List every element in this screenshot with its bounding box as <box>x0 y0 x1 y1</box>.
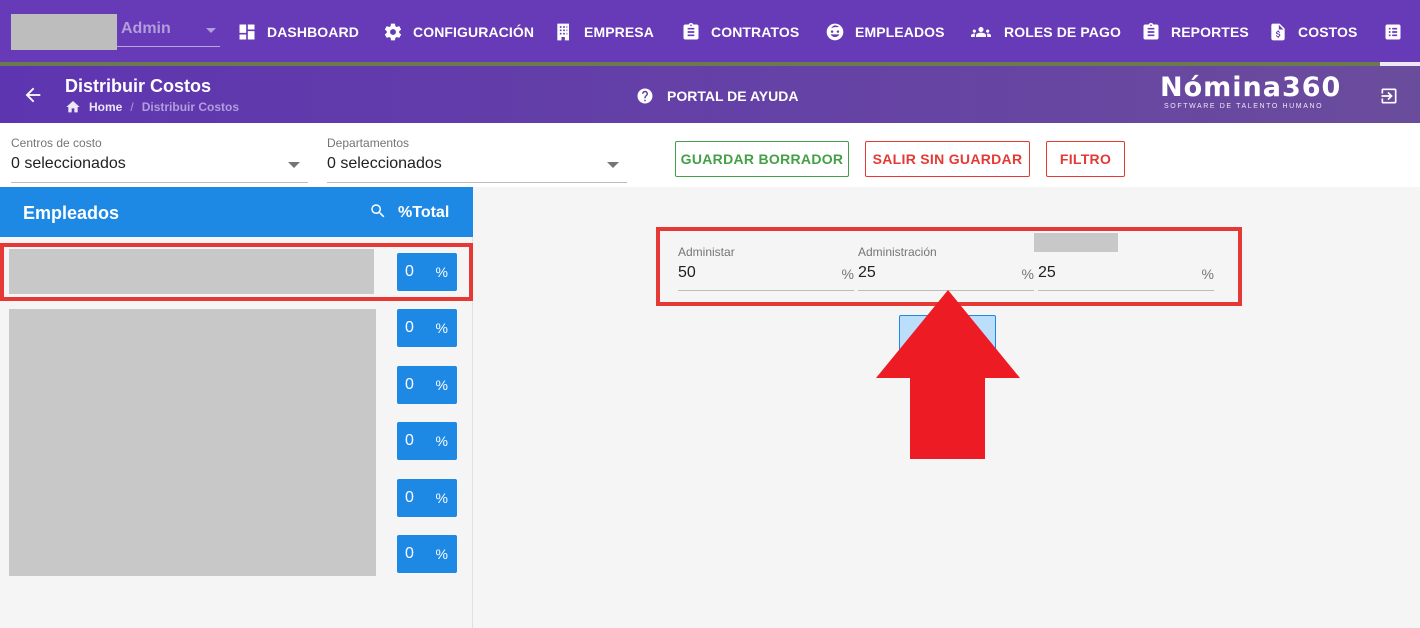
employee-percent-value: 0 <box>405 432 414 449</box>
nav-roles-label: ROLES DE PAGO <box>1004 24 1121 40</box>
chevron-down-icon <box>288 162 300 168</box>
employees-panel: Empleados %Total 0 % 0 % 0 % 0 % 0 % 0 % <box>0 187 473 628</box>
nav-empleados-label: EMPLEADOS <box>855 24 945 40</box>
distribution-label-redacted <box>1034 233 1118 252</box>
role-select-value: Admin <box>121 20 171 37</box>
face-icon <box>826 23 844 41</box>
filter-button[interactable]: FILTRO <box>1046 141 1125 177</box>
help-portal-label: PORTAL DE AYUDA <box>667 88 799 104</box>
search-icon <box>371 204 385 218</box>
department-value: 0 seleccionados <box>327 155 442 172</box>
user-avatar-redacted <box>11 14 117 50</box>
employee-percent-value: 0 <box>405 489 414 506</box>
nav-costos[interactable]: COSTOS <box>1268 20 1357 44</box>
distribution-percent-input[interactable] <box>678 264 828 282</box>
distribution-percent-input[interactable] <box>1038 264 1188 282</box>
search-button[interactable] <box>369 202 387 220</box>
employees-header: Empleados %Total <box>0 187 473 237</box>
distribution-field-administracion: Administración % <box>858 245 1034 291</box>
nav-dashboard[interactable]: DASHBOARD <box>237 20 359 44</box>
breadcrumb-current: Distribuir Costos <box>141 100 240 114</box>
nav-roles-de-pago[interactable]: ROLES DE PAGO <box>968 20 1121 44</box>
percent-symbol: % <box>435 546 448 562</box>
employee-percent-button[interactable]: 0 % <box>397 479 457 517</box>
employee-percent-button[interactable]: 0 % <box>397 309 457 347</box>
annotation-arrow-icon <box>876 290 1020 459</box>
gear-icon <box>384 23 402 41</box>
help-portal-link[interactable]: PORTAL DE AYUDA <box>636 87 798 105</box>
department-label: Departamentos <box>327 136 410 150</box>
nav-costos-label: COSTOS <box>1298 24 1358 40</box>
employee-percent-button[interactable]: 0 % <box>397 253 457 291</box>
back-button[interactable] <box>22 84 44 106</box>
nav-more[interactable] <box>1383 20 1413 44</box>
employees-title: Empleados <box>23 203 120 223</box>
page-title: Distribuir Costos <box>65 76 212 96</box>
employee-percent-button[interactable]: 0 % <box>397 366 457 404</box>
employee-names-redacted <box>9 309 376 576</box>
filter-bar: Centros de costo 0 seleccionados Departa… <box>0 123 1420 187</box>
clipboard-icon <box>1143 22 1159 40</box>
building-icon <box>557 23 569 41</box>
department-select[interactable]: Departamentos 0 seleccionados <box>327 135 627 183</box>
breadcrumb-home[interactable]: Home <box>89 100 122 114</box>
nav-empleados[interactable]: EMPLEADOS <box>825 20 945 44</box>
exit-without-saving-button[interactable]: SALIR SIN GUARDAR <box>865 141 1030 177</box>
save-draft-button[interactable]: GUARDAR BORRADOR <box>675 141 849 177</box>
percent-symbol: % <box>435 377 448 393</box>
distribution-field-redacted: % <box>1034 233 1214 291</box>
percent-symbol: % <box>841 266 854 282</box>
distribution-percent-input[interactable] <box>858 264 1008 282</box>
breadcrumb: Home / Distribuir Costos <box>65 99 239 115</box>
brand-logo: Nómina360 SOFTWARE DE TALENTO HUMANO <box>1160 72 1342 111</box>
clipboard-icon <box>683 22 699 40</box>
nav-contratos-label: CONTRATOS <box>711 24 800 40</box>
employee-percent-value: 0 <box>405 263 414 280</box>
logout-button[interactable] <box>1379 86 1399 106</box>
people-icon <box>971 27 991 37</box>
top-navbar: Admin DASHBOARD CONFIGURACIÓN EMPRESA CO… <box>0 0 1420 66</box>
distribution-field-label: Administar <box>678 245 735 259</box>
breadcrumb-separator: / <box>130 100 134 114</box>
percent-symbol: % <box>435 320 448 336</box>
percent-symbol: % <box>435 433 448 449</box>
file-dollar-icon <box>1271 23 1285 41</box>
nav-contratos[interactable]: CONTRATOS <box>681 20 799 44</box>
arrow-left-icon <box>25 87 41 103</box>
employee-percent-value: 0 <box>405 376 414 393</box>
role-select[interactable]: Admin <box>117 14 220 47</box>
employee-percent-button[interactable]: 0 % <box>397 422 457 460</box>
nav-empresa-label: EMPRESA <box>584 24 654 40</box>
cost-center-select[interactable]: Centros de costo 0 seleccionados <box>11 135 308 183</box>
distribution-field-administar: Administar % <box>678 245 854 291</box>
percent-symbol: % <box>435 264 448 280</box>
employee-percent-value: 0 <box>405 545 414 562</box>
nav-dashboard-label: DASHBOARD <box>267 24 359 40</box>
nav-empresa[interactable]: EMPRESA <box>554 20 654 44</box>
percent-symbol: % <box>435 490 448 506</box>
cost-center-value: 0 seleccionados <box>11 155 126 172</box>
percent-symbol: % <box>1201 266 1214 282</box>
percent-symbol: % <box>1021 266 1034 282</box>
total-percent-header: %Total <box>398 204 450 221</box>
logout-icon <box>1381 88 1397 104</box>
home-icon <box>66 101 80 113</box>
help-icon <box>637 88 653 104</box>
employee-name-redacted <box>9 249 374 294</box>
distribution-field-label: Administración <box>858 245 937 259</box>
brand-tagline: SOFTWARE DE TALENTO HUMANO <box>1164 103 1324 110</box>
nav-reportes[interactable]: REPORTES <box>1141 20 1249 44</box>
nav-reportes-label: REPORTES <box>1171 24 1249 40</box>
cost-center-label: Centros de costo <box>11 136 102 150</box>
employee-percent-value: 0 <box>405 319 414 336</box>
employee-percent-button[interactable]: 0 % <box>397 535 457 573</box>
page-header: Distribuir Costos Home / Distribuir Cost… <box>0 66 1420 123</box>
chevron-down-icon <box>607 162 619 168</box>
nav-configuracion-label: CONFIGURACIÓN <box>413 24 535 40</box>
dashboard-icon <box>239 24 255 40</box>
nav-configuracion[interactable]: CONFIGURACIÓN <box>383 20 534 44</box>
chevron-down-icon <box>206 28 216 33</box>
list-icon <box>1385 24 1401 40</box>
brand-name: Nómina360 <box>1160 72 1342 103</box>
